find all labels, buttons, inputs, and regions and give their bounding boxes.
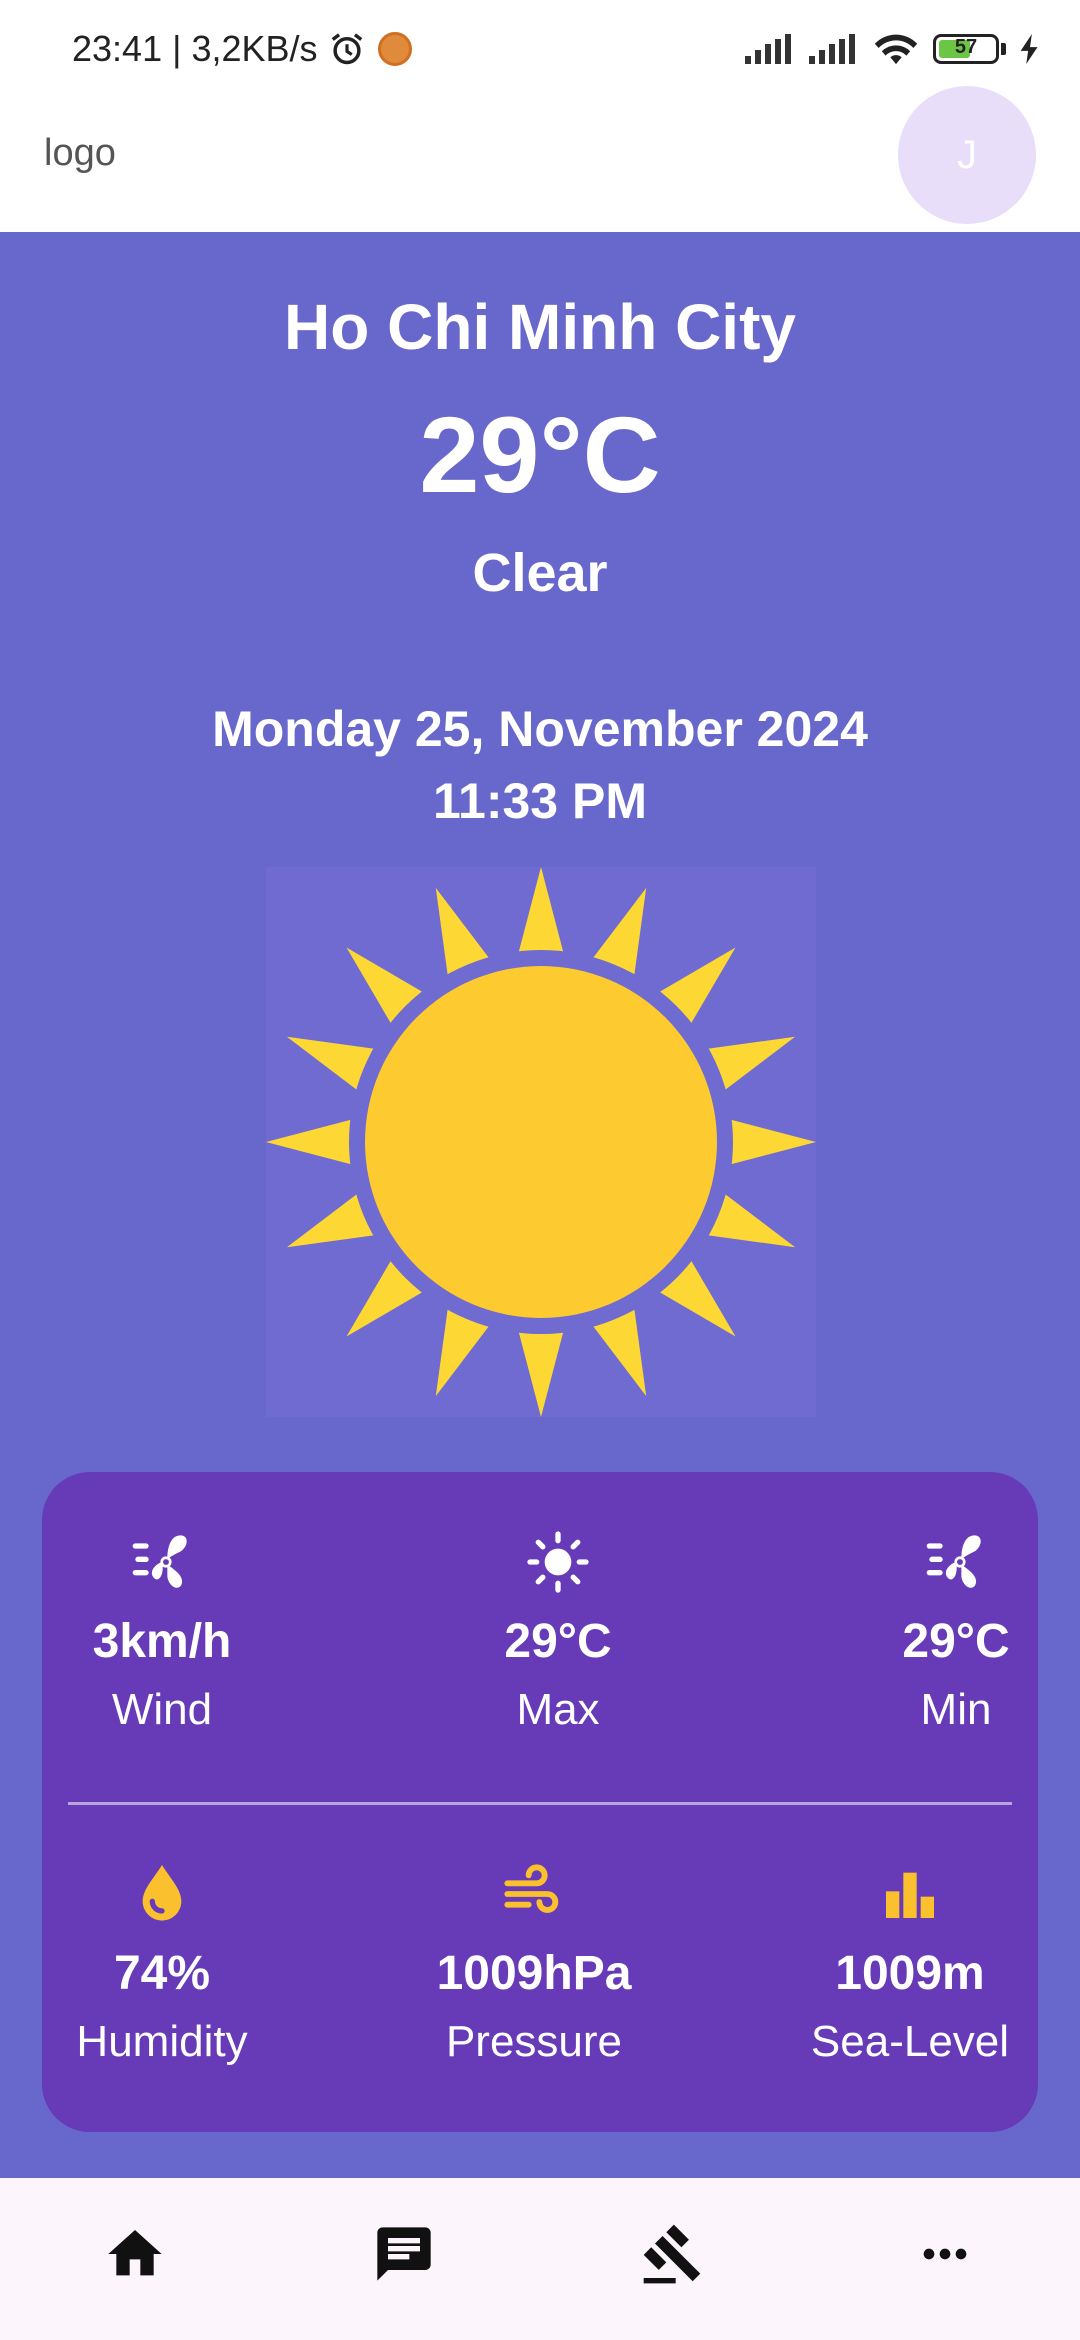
weather-panel: Ho Chi Minh City 29°C Clear Monday 25, N…	[0, 232, 1080, 2178]
max-temp-stat: 29°C Max	[438, 1530, 678, 1735]
more-icon	[923, 2248, 967, 2260]
nav-more[interactable]	[895, 2214, 995, 2294]
sun-ray	[266, 1118, 358, 1166]
alarm-icon	[331, 33, 362, 65]
min-temp-value: 29°C	[902, 1615, 1010, 1668]
current-date: Monday 25, November 2024	[212, 701, 868, 757]
logo[interactable]: logo	[44, 132, 116, 175]
signal-icon	[745, 34, 791, 64]
sea-level-stat: 1009m Sea-Level	[790, 1862, 1030, 2067]
charging-icon	[1020, 34, 1038, 64]
weather-details-card: 3km/h Wind 29°C Max 29°C Min 74% Humidit…	[42, 1472, 1038, 2132]
home-icon	[108, 2230, 162, 2276]
sun-ray	[517, 867, 565, 959]
pressure-label: Pressure	[445, 2017, 623, 2066]
pressure-value: 1009hPa	[436, 1947, 632, 2000]
sun-graphic	[266, 867, 816, 1417]
wind-stat: 3km/h Wind	[42, 1530, 282, 1735]
sun-icon	[266, 867, 816, 1417]
signal-icon-2	[809, 34, 855, 64]
bottom-navigation	[0, 2178, 1080, 2340]
sea-level-label: Sea-Level	[810, 2017, 1010, 2066]
max-temp-label: Max	[516, 1685, 600, 1734]
weather-condition: Clear	[472, 543, 608, 603]
nav-home[interactable]	[85, 2214, 185, 2294]
water-drop-icon	[142, 1865, 182, 1921]
bar-chart-icon	[886, 1872, 934, 1918]
sun-ray	[724, 1118, 816, 1166]
fan-icon	[926, 1535, 981, 1588]
battery-cap	[1001, 43, 1006, 55]
sea-level-value: 1009m	[835, 1947, 985, 2000]
battery-icon: 57	[933, 34, 999, 64]
air-icon	[504, 1864, 559, 1913]
sun-disc	[365, 966, 717, 1318]
nav-auction[interactable]	[623, 2214, 723, 2294]
app-notification-icon	[377, 32, 412, 66]
humidity-value: 74%	[113, 1947, 211, 2000]
pressure-stat: 1009hPa Pressure	[414, 1862, 654, 2067]
battery-percentage: 57	[954, 36, 978, 58]
status-right: 57	[745, 26, 1040, 72]
wind-value: 3km/h	[92, 1615, 232, 1668]
status-left: 23:41 | 3,2KB/s	[72, 24, 412, 74]
sun-small-icon	[527, 1531, 589, 1593]
current-time: 11:33 PM	[432, 773, 647, 829]
min-temp-stat: 29°C Min	[836, 1530, 1076, 1735]
status-time-speed: 23:41 | 3,2KB/s	[72, 28, 318, 69]
wind-label: Wind	[111, 1685, 213, 1734]
divider	[68, 1802, 1012, 1805]
fan-icon	[132, 1535, 187, 1588]
min-temp-label: Min	[920, 1685, 992, 1734]
app-bar: logo J	[0, 86, 1080, 232]
city-name: Ho Chi Minh City	[284, 291, 796, 363]
sun-ray	[517, 1325, 565, 1417]
nav-chat[interactable]	[354, 2214, 454, 2294]
humidity-label: Humidity	[76, 2017, 248, 2066]
avatar[interactable]: J	[898, 86, 1036, 224]
wifi-icon	[874, 34, 918, 65]
chat-icon	[377, 2227, 431, 2281]
status-bar: 23:41 | 3,2KB/s 57	[0, 0, 1080, 90]
gavel-icon	[643, 2224, 701, 2284]
max-temp-value: 29°C	[504, 1615, 612, 1668]
current-temperature: 29°C	[419, 394, 661, 515]
humidity-stat: 74% Humidity	[42, 1862, 282, 2067]
